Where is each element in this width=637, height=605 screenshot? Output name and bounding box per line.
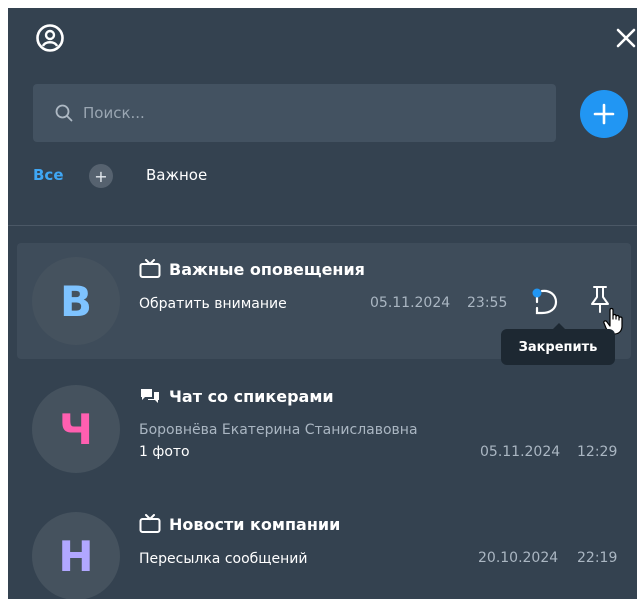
chat-time: 12:29	[577, 444, 618, 460]
avatar: Ч	[32, 385, 120, 473]
chat-list-item[interactable]: Н Новости компании Пересылка сообщений 2…	[17, 498, 631, 599]
search-icon	[55, 104, 73, 122]
chat-panel: Все + Важное В Важные оповещения Обратит…	[8, 8, 637, 599]
search-box[interactable]	[33, 84, 556, 142]
chat-title: Новости компании	[139, 514, 340, 534]
tooltip-text: Закрепить	[518, 339, 598, 355]
chat-title-text: Новости компании	[169, 514, 341, 534]
profile-icon[interactable]	[35, 23, 65, 53]
new-chat-button[interactable]	[580, 90, 628, 138]
tv-icon	[139, 514, 161, 533]
chat-last-message: Обратить внимание	[139, 296, 287, 312]
divider	[8, 225, 637, 226]
avatar-letter: Ч	[59, 404, 93, 454]
chat-title: Чат со спикерами	[139, 386, 334, 406]
avatar-letter: В	[59, 276, 92, 326]
avatar: В	[32, 257, 120, 345]
chat-last-message: Пересылка сообщений	[139, 551, 308, 567]
chat-time: 22:19	[577, 550, 618, 566]
avatar-letter: Н	[58, 531, 94, 581]
close-icon[interactable]	[614, 26, 637, 50]
chat-title: Важные оповещения	[139, 259, 365, 279]
chat-last-message: 1 фото	[139, 444, 190, 460]
search-input[interactable]	[81, 103, 505, 123]
chat-title-text: Важные оповещения	[169, 259, 365, 279]
add-folder-button[interactable]: +	[89, 164, 113, 188]
plus-icon	[593, 103, 615, 125]
chat-title-text: Чат со спикерами	[169, 386, 334, 406]
chat-date: 05.11.2024	[370, 295, 451, 311]
chat-list-item[interactable]: Ч Чат со спикерами Боровнёва Екатерина С…	[17, 371, 631, 487]
pin-tooltip: Закрепить	[501, 323, 615, 365]
chat-time: 23:55	[467, 295, 508, 311]
chat-date: 20.10.2024	[478, 550, 559, 566]
avatar: Н	[32, 512, 120, 599]
chat-date: 05.11.2024	[480, 444, 561, 460]
tab-all[interactable]: Все	[33, 166, 64, 184]
tv-icon	[139, 259, 161, 278]
chat-sender: Боровнёва Екатерина Станиславовна	[139, 422, 418, 438]
mark-unread-icon[interactable]	[528, 286, 562, 318]
tab-important[interactable]: Важное	[146, 166, 207, 184]
chat-bubbles-icon	[141, 389, 159, 403]
